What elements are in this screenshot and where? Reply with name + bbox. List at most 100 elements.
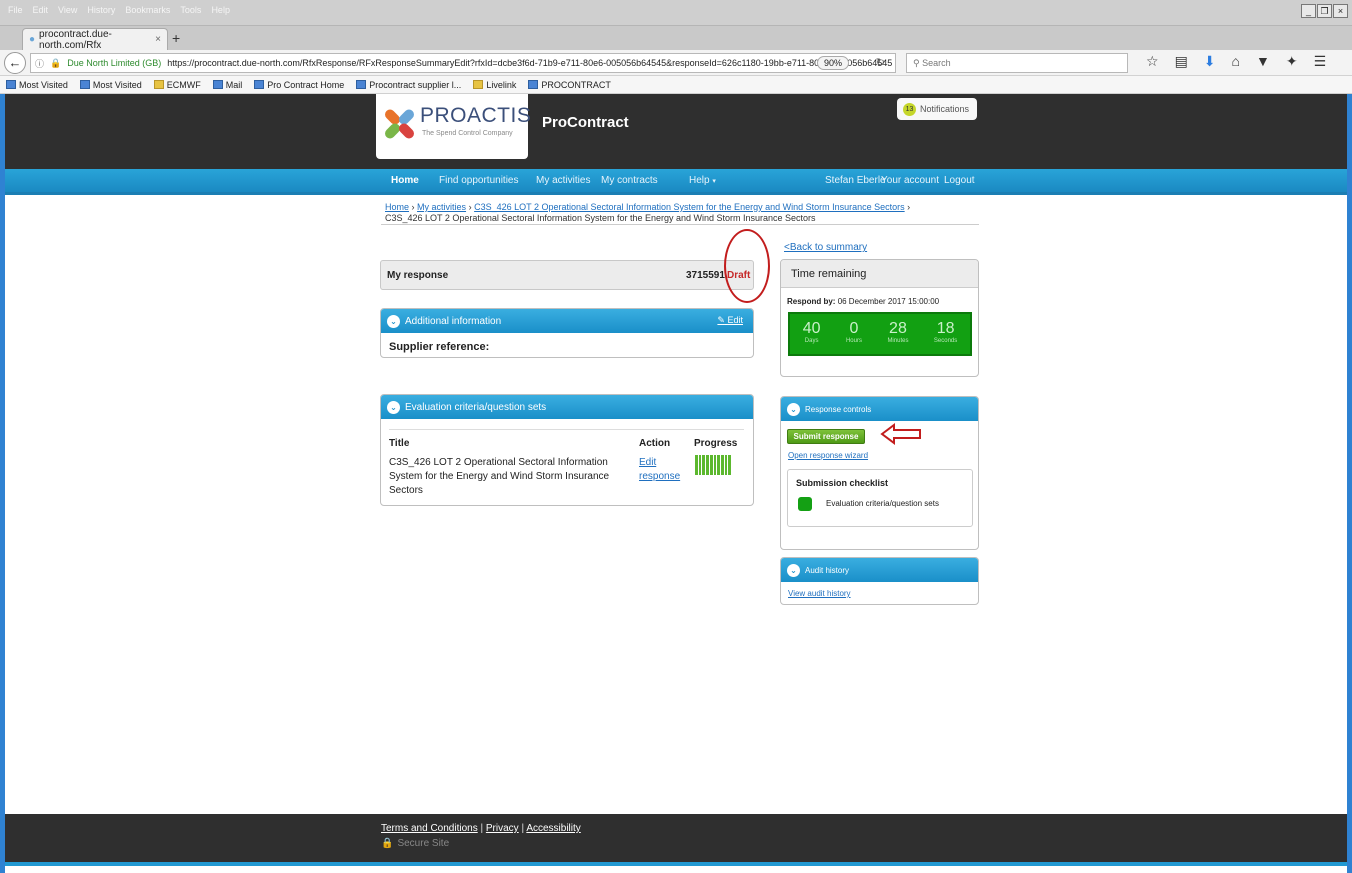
bookmark-item[interactable]: Pro Contract Home <box>254 79 344 90</box>
privacy-link[interactable]: Privacy <box>486 823 519 834</box>
menu-history[interactable]: History <box>87 5 115 15</box>
progress-bar <box>695 455 732 475</box>
bookmark-folder-icon <box>473 80 484 89</box>
evaluation-table: Title Action Progress C3S_426 LOT 2 Oper… <box>389 429 744 496</box>
hamburger-menu-icon[interactable]: ☰ <box>1314 53 1327 70</box>
site-identity[interactable]: Due North Limited (GB) <box>67 58 161 68</box>
evaluation-header[interactable]: ⌄ Evaluation criteria/question sets <box>381 395 753 419</box>
browser-tab[interactable]: ● procontract.due-north.com/Rfx × <box>22 28 168 51</box>
maximize-button[interactable]: ❐ <box>1317 4 1332 18</box>
bookmark-item[interactable]: Most Visited <box>79 79 142 90</box>
nav-help[interactable]: Help ▾ <box>689 175 716 186</box>
countdown-days: 40 Days <box>802 320 821 344</box>
menu-tools[interactable]: Tools <box>180 5 201 15</box>
bookmark-item[interactable]: PROCONTRACT <box>528 79 611 90</box>
audit-history-header[interactable]: ⌄ Audit history <box>781 558 978 582</box>
nav-my-contracts[interactable]: My contracts <box>601 175 658 186</box>
open-response-wizard-link[interactable]: Open response wizard <box>788 451 868 460</box>
extension-icon[interactable]: ✦ <box>1286 53 1298 70</box>
menu-help[interactable]: Help <box>211 5 230 15</box>
bookmark-item[interactable]: Procontract supplier l... <box>356 79 461 90</box>
url-text[interactable]: https://procontract.due-north.com/RfxRes… <box>167 58 892 68</box>
column-header-title: Title <box>389 438 410 449</box>
menu-bookmarks[interactable]: Bookmarks <box>125 5 170 15</box>
tab-close-icon[interactable]: × <box>155 34 161 45</box>
edit-response-link[interactable]: Edit response <box>639 456 684 484</box>
response-number: 3715591 <box>686 270 725 281</box>
column-header-action: Action <box>639 438 671 449</box>
bookmark-item[interactable]: Livelink <box>473 79 516 90</box>
nav-home[interactable]: Home <box>391 175 419 186</box>
mail-icon <box>212 80 223 89</box>
search-icon: ⚲ <box>913 58 920 68</box>
nav-find-opportunities[interactable]: Find opportunities <box>439 175 519 186</box>
countdown-timer: 40 Days 0 Hours 28 Minutes 18 Seconds <box>788 312 972 356</box>
nav-your-account[interactable]: Your account <box>881 175 939 186</box>
audit-history-title: Audit history <box>805 565 850 575</box>
column-header-progress: Progress <box>694 438 738 449</box>
bookmark-item[interactable]: Mail <box>212 79 242 90</box>
view-audit-history-link[interactable]: View audit history <box>788 589 851 598</box>
back-arrow-icon[interactable]: ← <box>4 52 26 74</box>
browser-menubar: File Edit View History Bookmarks Tools H… <box>0 0 1352 26</box>
nav-logout[interactable]: Logout <box>944 175 975 186</box>
back-to-summary-link[interactable]: <Back to summary <box>784 242 867 253</box>
breadcrumb-my-activities[interactable]: My activities <box>417 202 466 212</box>
notifications-button[interactable]: 13 Notifications <box>897 98 977 120</box>
bookmark-item[interactable]: Most Visited <box>6 79 68 90</box>
tab-title: procontract.due-north.com/Rfx <box>39 28 112 51</box>
bookmark-folder-icon <box>79 80 90 89</box>
my-response-bar: My response 3715591 Draft <box>380 260 754 290</box>
home-icon[interactable]: ⌂ <box>1232 53 1240 70</box>
breadcrumb-home[interactable]: Home <box>385 202 409 212</box>
menu-edit[interactable]: Edit <box>33 5 49 15</box>
site-footer: Terms and Conditions | Privacy | Accessi… <box>5 814 1347 862</box>
chevron-down-icon[interactable]: ⌄ <box>387 400 400 414</box>
chevron-down-icon: ▾ <box>712 178 716 185</box>
chevron-down-icon[interactable]: ⌄ <box>787 563 800 577</box>
menu-file[interactable]: File <box>8 5 23 15</box>
bookmark-item[interactable]: ECMWF <box>153 79 201 90</box>
close-window-button[interactable]: × <box>1333 4 1348 18</box>
breadcrumb-project[interactable]: C3S_426 LOT 2 Operational Sectoral Infor… <box>474 202 905 212</box>
terms-link[interactable]: Terms and Conditions <box>381 823 478 834</box>
edit-button[interactable]: ✎ Edit <box>717 315 743 326</box>
nav-my-activities[interactable]: My activities <box>536 175 590 186</box>
proactis-logo[interactable]: PROACTIS The Spend Control Company <box>376 94 531 159</box>
nav-user-name[interactable]: Stefan Eberle <box>825 175 886 186</box>
additional-info-panel: ⌄ Additional information ✎ Edit Supplier… <box>380 308 754 358</box>
browser-search-input[interactable]: ⚲ Search <box>906 53 1128 73</box>
bookmark-star-icon[interactable]: ☆ <box>1146 53 1159 70</box>
reading-list-icon[interactable]: ▤ <box>1175 53 1188 70</box>
submit-response-button[interactable]: Submit response <box>787 429 865 444</box>
accessibility-link[interactable]: Accessibility <box>526 823 580 834</box>
menu-view[interactable]: View <box>58 5 77 15</box>
url-bar[interactable]: ⓘ 🔒 Due North Limited (GB) https://proco… <box>30 53 896 73</box>
reload-icon[interactable]: ↻ <box>876 56 885 69</box>
notifications-label: Notifications <box>920 104 970 114</box>
countdown-minutes: 28 Minutes <box>887 320 909 344</box>
chevron-down-icon[interactable]: ⌄ <box>387 314 400 328</box>
time-remaining-panel: Time remaining Respond by: 06 December 2… <box>780 259 979 377</box>
menu-items: File Edit View History Bookmarks Tools H… <box>8 5 230 15</box>
minimize-button[interactable]: _ <box>1301 4 1316 18</box>
checklist-title: Submission checklist <box>796 478 889 488</box>
chevron-down-icon[interactable]: ⌄ <box>787 402 800 416</box>
response-controls-header[interactable]: ⌄ Response controls <box>781 397 978 421</box>
info-icon[interactable]: ⓘ <box>35 57 44 70</box>
checklist-item: Evaluation criteria/question sets <box>826 499 939 508</box>
pocket-icon[interactable]: ▼ <box>1256 53 1270 70</box>
main-nav: Home Find opportunities My activities My… <box>5 169 1347 195</box>
annotation-circle <box>724 229 770 303</box>
download-icon[interactable]: ⬇ <box>1204 53 1216 70</box>
annotation-arrow-icon <box>880 423 921 445</box>
toolbar-icons: ☆ ▤ ⬇ ⌂ ▼ ✦ ☰ <box>1146 53 1326 70</box>
response-controls-panel: ⌄ Response controls Submit response Open… <box>780 396 979 550</box>
lock-icon: 🔒 <box>381 838 394 849</box>
additional-info-header[interactable]: ⌄ Additional information <box>381 309 753 333</box>
response-controls-title: Response controls <box>805 404 872 414</box>
time-remaining-title: Time remaining <box>781 260 978 288</box>
zoom-level[interactable]: 90% <box>816 56 849 70</box>
bookmark-folder-icon <box>153 80 164 89</box>
new-tab-icon[interactable]: + <box>172 30 180 46</box>
